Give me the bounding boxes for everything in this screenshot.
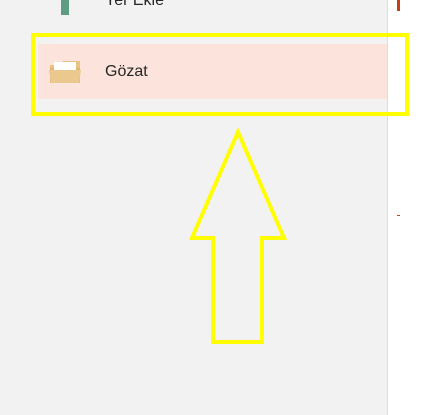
browse-label: Gözat [105, 62, 148, 80]
add-place-label: Yer Ekle [105, 0, 164, 9]
accent-mark [397, 0, 400, 11]
content-pane [388, 0, 427, 415]
accent-mark-lower [397, 215, 400, 216]
places-pane: Yer Ekle Gözat [0, 0, 387, 415]
folder-icon [49, 60, 81, 83]
plus-icon [61, 0, 69, 15]
browse-item[interactable]: Gözat [38, 44, 387, 99]
backstage-screen: Yer Ekle Gözat [0, 0, 427, 415]
add-place-item[interactable]: Yer Ekle [38, 0, 387, 29]
